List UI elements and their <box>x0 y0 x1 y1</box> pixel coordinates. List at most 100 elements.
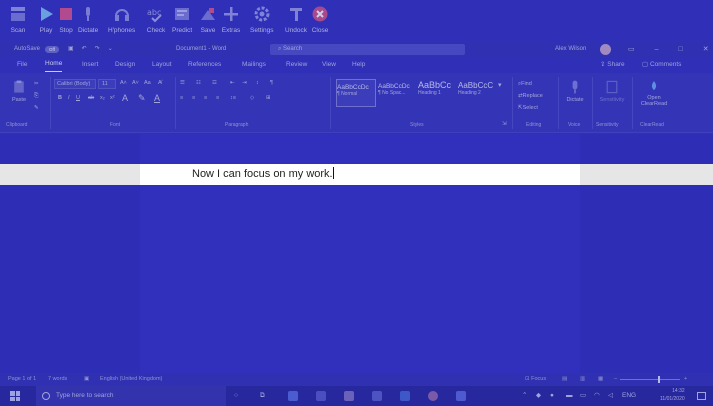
find-button[interactable]: ⌕Find <box>518 81 532 88</box>
style-heading-2[interactable]: AaBbCcC Heading 2 <box>458 79 496 107</box>
print-layout-icon[interactable]: ▥ <box>580 373 585 386</box>
sort-icon[interactable]: ↕ <box>256 80 259 86</box>
shading-icon[interactable]: ◇ <box>250 95 254 101</box>
word-taskbar-icon[interactable] <box>400 391 410 401</box>
replace-button[interactable]: ⇄Replace <box>518 93 543 99</box>
settings-button[interactable]: Settings <box>250 4 274 38</box>
mail-icon[interactable] <box>372 391 382 401</box>
tab-mailings[interactable]: Mailings <box>242 57 266 73</box>
network-icon[interactable]: ▬ <box>566 386 573 406</box>
maximize-icon[interactable]: □ <box>679 42 683 57</box>
select-button[interactable]: ⇱Select <box>518 105 538 111</box>
cortana-icon[interactable]: ○ <box>234 391 244 401</box>
align-left-icon[interactable]: ≡ <box>180 95 183 101</box>
search-box[interactable]: ⌕ Search <box>270 44 465 55</box>
language[interactable]: English (United Kingdom) <box>100 373 162 386</box>
paste-button[interactable]: Paste <box>8 79 30 113</box>
headphones-button[interactable]: H'phones <box>108 4 135 38</box>
wifi-icon[interactable]: ◠ <box>594 386 600 406</box>
highlight-icon[interactable]: ✎ <box>138 93 146 104</box>
check-button[interactable]: abc Check <box>146 4 166 38</box>
tab-home[interactable]: Home <box>45 57 63 72</box>
cut-icon[interactable]: ✂ <box>34 81 39 87</box>
taskbar-search[interactable]: Type here to search <box>36 386 226 406</box>
justify-icon[interactable]: ≡ <box>216 95 219 101</box>
notifications-icon[interactable] <box>697 392 706 400</box>
customize-qat-icon[interactable]: ⌄ <box>108 42 113 57</box>
minimize-icon[interactable]: – <box>655 42 659 57</box>
dictate-ribbon-button[interactable]: Dictate <box>562 79 588 103</box>
clock[interactable]: 14:32 11/01/2020 <box>660 387 685 403</box>
text-effects-icon[interactable]: A <box>122 93 128 103</box>
styles-more-icon[interactable]: ▾ <box>498 81 502 89</box>
tray-app-icon[interactable]: ◆ <box>536 386 541 406</box>
align-right-icon[interactable]: ≡ <box>204 95 207 101</box>
style-heading-1[interactable]: AaBbCc Heading 1 <box>418 79 456 107</box>
redo-icon[interactable]: ↷ <box>95 42 100 57</box>
user-name[interactable]: Alex Wilson <box>555 42 586 57</box>
web-layout-icon[interactable]: ▦ <box>598 373 603 386</box>
styles-dialog-launcher-icon[interactable]: ⇲ <box>502 121 507 127</box>
shrink-font-icon[interactable]: A˅ <box>132 80 139 86</box>
show-marks-icon[interactable]: ¶ <box>270 80 273 86</box>
increase-indent-icon[interactable]: ⇥ <box>242 80 247 86</box>
font-size-select[interactable]: 11 <box>98 79 116 89</box>
tab-layout[interactable]: Layout <box>152 57 172 73</box>
sensitivity-button[interactable]: Sensitivity <box>596 79 628 103</box>
borders-icon[interactable]: ⊞ <box>266 95 271 101</box>
stop-button[interactable]: Stop <box>56 4 76 38</box>
style-no-spacing[interactable]: AaBbCcDc ¶ No Spac... <box>378 79 416 107</box>
dictate-button[interactable]: Dictate <box>78 4 98 38</box>
grow-font-icon[interactable]: A˄ <box>120 80 127 86</box>
italic-icon[interactable]: I <box>68 95 70 101</box>
save-button[interactable]: Save <box>198 4 218 38</box>
windows-start-icon[interactable] <box>10 391 20 401</box>
tray-chevron-icon[interactable]: ⌃ <box>522 386 527 406</box>
scan-button[interactable]: Scan <box>8 4 28 38</box>
volume-icon[interactable]: ◁ <box>608 386 613 406</box>
autosave-toggle[interactable]: Off <box>45 46 59 53</box>
bullets-icon[interactable]: ☰ <box>180 80 185 86</box>
page-count[interactable]: Page 1 of 1 <box>8 373 36 386</box>
tab-file[interactable]: File <box>17 57 27 73</box>
font-color-icon[interactable]: A <box>154 93 160 103</box>
app-icon[interactable] <box>456 391 466 401</box>
zoom-out-icon[interactable]: – <box>614 373 617 386</box>
zoom-slider-thumb[interactable] <box>658 376 660 383</box>
align-center-icon[interactable]: ≡ <box>192 95 195 101</box>
focus-mode-button[interactable]: ⊡ Focus <box>525 373 546 386</box>
clear-formatting-icon[interactable]: A̸ <box>158 80 162 86</box>
comments-button[interactable]: ▢ Comments <box>642 57 681 73</box>
font-name-select[interactable]: Calibri (Body) <box>54 79 96 89</box>
format-painter-icon[interactable]: ✎ <box>34 105 39 111</box>
subscript-icon[interactable]: x₂ <box>100 95 105 101</box>
file-explorer-icon[interactable] <box>316 391 326 401</box>
style-normal[interactable]: AaBbCcDc ¶ Normal <box>336 79 376 107</box>
strikethrough-icon[interactable]: ab <box>88 95 94 101</box>
tab-review[interactable]: Review <box>286 57 307 73</box>
bold-icon[interactable]: B <box>58 95 62 101</box>
edge-icon[interactable] <box>288 391 298 401</box>
play-button[interactable]: Play <box>36 4 56 38</box>
task-view-icon[interactable]: ⧉ <box>260 391 270 401</box>
open-clearread-button[interactable]: Open ClearRead <box>636 79 672 107</box>
focus-line[interactable]: Now I can focus on my work. <box>192 165 334 184</box>
extras-button[interactable]: Extras <box>221 4 241 38</box>
tab-design[interactable]: Design <box>115 57 135 73</box>
zoom-slider[interactable] <box>620 379 680 380</box>
word-count[interactable]: 7 words <box>48 373 67 386</box>
decrease-indent-icon[interactable]: ⇤ <box>230 80 235 86</box>
underline-icon[interactable]: U <box>76 95 80 101</box>
copy-icon[interactable]: ⎘ <box>34 93 38 100</box>
ribbon-display-icon[interactable]: ▭ <box>628 42 635 57</box>
numbering-icon[interactable]: ☷ <box>196 80 201 86</box>
avatar[interactable] <box>600 44 611 55</box>
battery-icon[interactable]: ▭ <box>580 386 586 406</box>
read-mode-icon[interactable]: ▤ <box>562 373 567 386</box>
share-button[interactable]: ⇪ Share <box>600 57 625 73</box>
tab-help[interactable]: Help <box>352 57 365 73</box>
input-language[interactable]: ENG <box>622 386 636 406</box>
tray-app-icon[interactable]: ● <box>550 386 554 406</box>
close-window-icon[interactable]: ✕ <box>703 42 709 57</box>
tab-references[interactable]: References <box>188 57 221 73</box>
